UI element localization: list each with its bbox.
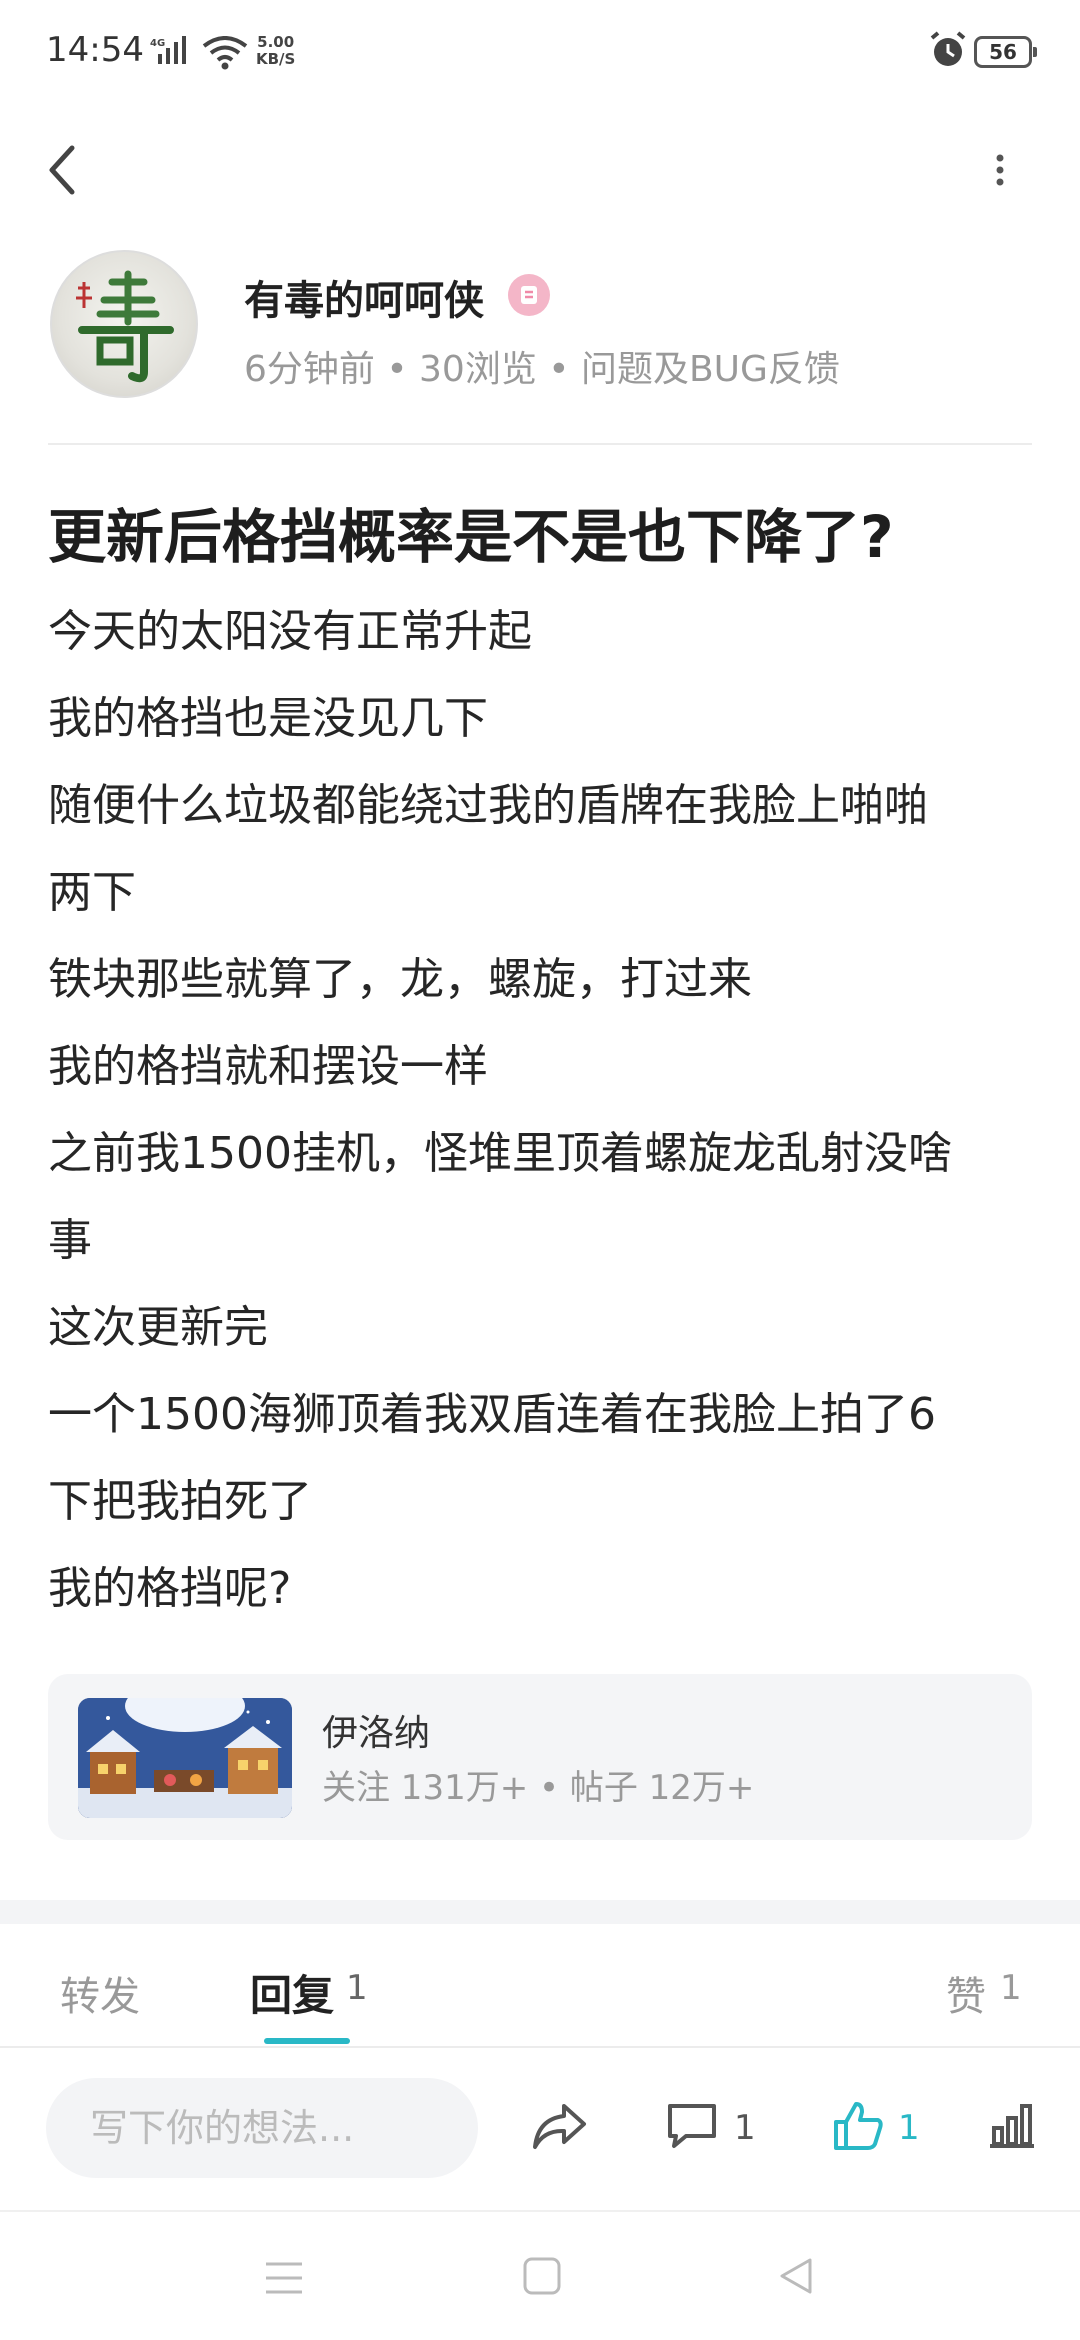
- post-line: 两下: [48, 867, 136, 918]
- network-speed-value: 5.00: [257, 33, 295, 51]
- post-line: 我的格挡呢?: [48, 1563, 292, 1614]
- tab-like[interactable]: 赞: [946, 1964, 986, 2022]
- post-line: 这次更新完: [48, 1302, 268, 1353]
- battery-indicator: 56: [974, 36, 1037, 68]
- wifi-icon: [202, 36, 248, 74]
- author-name[interactable]: 有毒的呵呵侠: [244, 268, 484, 326]
- tab-bar: 转发 回复 1 赞 1: [0, 1924, 1080, 2048]
- share-icon[interactable]: [530, 2100, 588, 2156]
- tab-reply[interactable]: 回复: [250, 1962, 334, 2023]
- forum-card[interactable]: 伊洛纳 关注 131万+ • 帖子 12万+: [48, 1674, 1032, 1840]
- comment-count: 1: [734, 2108, 756, 2148]
- network-speed: 5.00 KB/S: [256, 34, 295, 68]
- thumbs-up-icon[interactable]: [830, 2098, 886, 2158]
- network-type-label: 4G: [150, 38, 165, 49]
- tab-forward[interactable]: 转发: [60, 1964, 140, 2022]
- divider: [48, 443, 1032, 445]
- post-line: 我的格挡也是没见几下: [48, 693, 488, 744]
- more-options-button[interactable]: [990, 140, 1010, 200]
- avatar-image: [76, 270, 174, 383]
- post-line: 之前我1500挂机，怪堆里顶着螺旋龙乱射没啥: [48, 1128, 952, 1179]
- back-button[interactable]: [44, 140, 94, 200]
- tab-reply-count: 1: [346, 1968, 368, 2008]
- forum-thumbnail: [78, 1698, 292, 1818]
- post-title: 更新后格挡概率是不是也下降了?: [48, 503, 894, 571]
- menu-icon[interactable]: [264, 2260, 304, 2300]
- comment-input[interactable]: 写下你的想法...: [46, 2078, 478, 2178]
- post-line: 下把我拍死了: [48, 1476, 312, 1527]
- post-line: 铁块那些就算了，龙，螺旋，打过来: [48, 954, 752, 1005]
- chevron-left-icon: [49, 145, 75, 195]
- forum-stats: 关注 131万+ • 帖子 12万+: [322, 1768, 755, 1808]
- status-bar: 14:54 4G 5.00 KB/S 56: [0, 0, 1080, 100]
- author-level-badge-icon: [508, 274, 550, 316]
- author-avatar[interactable]: [50, 250, 198, 398]
- section-separator: [0, 1900, 1080, 1924]
- cellular-signal-icon: 4G: [150, 36, 198, 70]
- divider: [0, 2046, 1080, 2048]
- forum-name: 伊洛纳: [322, 1713, 431, 1754]
- post-line: 随便什么垃圾都能绕过我的盾牌在我脸上啪啪: [48, 780, 928, 831]
- post-line: 事: [48, 1215, 92, 1266]
- like-count: 1: [898, 2108, 920, 2148]
- post-line: 我的格挡就和摆设一样: [48, 1041, 488, 1092]
- bar-chart-icon[interactable]: [986, 2100, 1038, 2156]
- active-tab-indicator: [264, 2038, 350, 2044]
- tab-like-count: 1: [1000, 1968, 1022, 2008]
- post-line: 今天的太阳没有正常升起: [48, 606, 532, 657]
- system-nav-bar: [0, 2210, 1080, 2340]
- home-icon[interactable]: [522, 2256, 562, 2300]
- comment-icon[interactable]: [664, 2100, 720, 2156]
- network-speed-unit: KB/S: [256, 50, 296, 68]
- back-triangle-icon[interactable]: [776, 2256, 816, 2300]
- post-line: 一个1500海狮顶着我双盾连着在我脸上拍了6: [48, 1389, 936, 1440]
- more-vertical-icon: [996, 154, 1004, 186]
- alarm-icon: [928, 30, 968, 74]
- status-time: 14:54: [46, 30, 144, 70]
- post-meta: 6分钟前 • 30浏览 • 问题及BUG反馈: [244, 349, 840, 390]
- post-body: 今天的太阳没有正常升起 我的格挡也是没见几下 随便什么垃圾都能绕过我的盾牌在我脸…: [48, 588, 1038, 1632]
